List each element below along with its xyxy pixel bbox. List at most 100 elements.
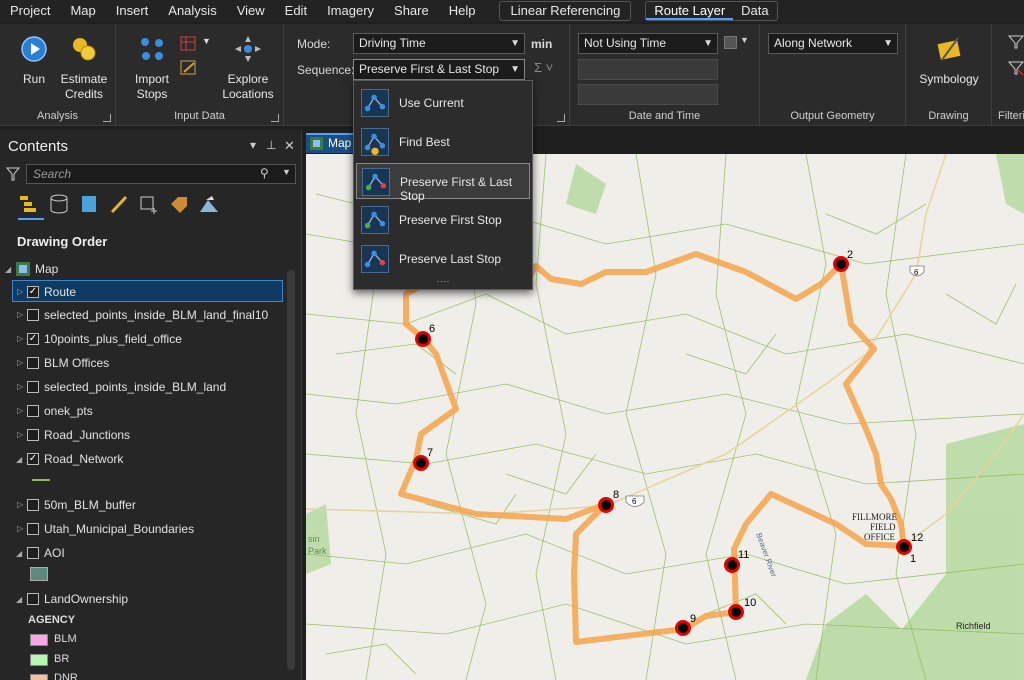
layer-checkbox[interactable] [27,405,39,417]
sequence-option-find-best[interactable]: Find Best [356,124,530,160]
layer-item[interactable]: ◢ ✓ Road_Network [12,448,296,470]
expand-icon[interactable]: ▷ [17,400,23,422]
time-select[interactable]: Not Using Time ▼ [578,33,718,54]
add-table-icon[interactable] [180,36,198,52]
layer-checkbox[interactable] [27,357,39,369]
layer-route[interactable]: ▷ ✓ Route [12,280,283,302]
expand-icon[interactable]: ◢ [16,449,22,471]
layer-checkbox[interactable] [27,523,39,535]
expand-icon[interactable]: ▷ [17,328,23,350]
layer-checkbox[interactable]: ✓ [27,453,39,465]
layer-item[interactable]: ◢ LandOwnership [12,588,296,610]
layer-item[interactable]: ▷ selected_points_inside_BLM_land_final1… [12,304,296,326]
clear-filter-icon[interactable] [1008,60,1024,76]
selection-icon[interactable] [78,194,100,214]
menu-analysis[interactable]: Analysis [158,0,226,22]
import-stops-button[interactable]: Import Stops [130,34,174,102]
tab-route-layer[interactable]: Route Layer [646,2,734,20]
mode-select[interactable]: Driving Time ▼ [353,33,525,54]
analysis-launcher[interactable] [103,114,111,122]
stop-6[interactable]: 6 [415,323,435,347]
layer-item[interactable]: ▷ selected_points_inside_BLM_land [12,376,296,398]
menu-edit[interactable]: Edit [275,0,317,22]
pin-icon[interactable]: ⊥ [266,138,276,152]
sequence-option-preserve-last[interactable]: Preserve Last Stop [356,241,530,277]
search-input[interactable]: Search [26,164,296,184]
layer-label: Utah_Municipal_Boundaries [44,522,195,536]
stop-2[interactable]: 2 [833,249,853,272]
menu-insert[interactable]: Insert [106,0,159,22]
menu-help[interactable]: Help [439,0,486,22]
editing-icon[interactable] [108,194,130,214]
sequence-option-preserve-first[interactable]: Preserve First Stop [356,202,530,238]
filter-icon[interactable] [6,167,20,181]
layer-checkbox[interactable] [27,547,39,559]
estimate-credits-button[interactable]: Estimate Credits [56,34,112,102]
tab-data[interactable]: Data [733,2,776,20]
dropdown-resize-grip[interactable]: ···· [354,276,532,287]
expand-icon[interactable]: ▷ [17,424,23,446]
menu-share[interactable]: Share [384,0,439,22]
expand-icon[interactable]: ▷ [17,352,23,374]
chevron-down-icon[interactable]: ▼ [740,35,749,45]
time-field[interactable] [578,84,718,105]
expand-icon[interactable]: ▷ [17,518,23,540]
layer-checkbox[interactable] [27,309,39,321]
data-source-icon[interactable] [48,194,70,214]
chevron-down-icon[interactable]: ▼ [282,167,291,177]
labeling-icon[interactable] [168,194,190,214]
pane-options-icon[interactable]: ▾ [250,138,256,152]
sequence-option-preserve-first-last[interactable]: Preserve First & Last Stop [356,163,530,203]
layer-item[interactable]: ▷ 50m_BLM_buffer [12,494,296,516]
input-data-launcher[interactable] [271,114,279,122]
layer-checkbox[interactable] [27,429,39,441]
route-line[interactable] [398,251,907,645]
menu-view[interactable]: View [227,0,275,22]
layer-checkbox[interactable]: ✓ [27,286,39,298]
stop-10[interactable]: 10 [728,597,756,620]
layer-item[interactable]: ▷ BLM Offices [12,352,296,374]
layer-item[interactable]: ▷ Utah_Municipal_Boundaries [12,518,296,540]
layer-item[interactable]: ◢ AOI [12,542,296,564]
expand-icon[interactable]: ▷ [17,376,23,398]
layer-label: LandOwnership [44,592,129,606]
expand-icon[interactable]: ◢ [16,543,22,565]
filter-icon[interactable] [1008,34,1024,50]
close-icon[interactable]: ✕ [284,138,295,154]
output-geometry-select[interactable]: Along Network ▼ [768,33,898,54]
sum-icon[interactable]: Σ ˅ [534,60,553,75]
layer-item[interactable]: ▷ ✓ 10points_plus_field_office [12,328,296,350]
travel-settings-launcher[interactable] [557,114,565,122]
menu-project[interactable]: Project [0,0,60,22]
layer-item[interactable]: ▷ Road_Junctions [12,424,296,446]
expand-icon[interactable]: ▷ [17,494,23,516]
map-node[interactable]: ◢ Map [0,258,284,280]
calendar-icon[interactable] [724,36,737,49]
date-field[interactable] [578,59,718,80]
layer-checkbox[interactable] [27,593,39,605]
tab-map[interactable]: Map [306,133,354,153]
run-button[interactable]: Run [14,34,54,87]
perspective-icon[interactable] [198,194,220,214]
sequence-select[interactable]: Preserve First & Last Stop ▼ [353,59,525,80]
menu-map[interactable]: Map [60,0,105,22]
tab-linear-referencing[interactable]: Linear Referencing [499,1,632,21]
stop-9[interactable]: 9 [675,613,696,636]
chevron-down-icon[interactable]: ▼ [202,36,211,46]
expand-icon[interactable]: ▷ [17,304,23,326]
expand-icon[interactable]: ▷ [17,281,23,303]
contents-scrollbar[interactable] [287,270,295,670]
sequence-option-use-current[interactable]: Use Current [356,85,530,121]
layer-checkbox[interactable]: ✓ [27,333,39,345]
expand-icon[interactable]: ◢ [16,589,22,611]
explore-locations-button[interactable]: Explore Locations [216,34,280,102]
snapping-icon[interactable] [138,194,160,214]
drawing-order-icon[interactable] [18,194,40,214]
layer-item[interactable]: ▷ onek_pts [12,400,296,422]
edit-attributes-icon[interactable] [180,60,198,76]
layer-checkbox[interactable] [27,499,39,511]
menu-imagery[interactable]: Imagery [317,0,384,22]
expand-icon[interactable]: ◢ [5,259,11,281]
layer-checkbox[interactable] [27,381,39,393]
symbology-button[interactable]: Symbology [916,34,982,87]
